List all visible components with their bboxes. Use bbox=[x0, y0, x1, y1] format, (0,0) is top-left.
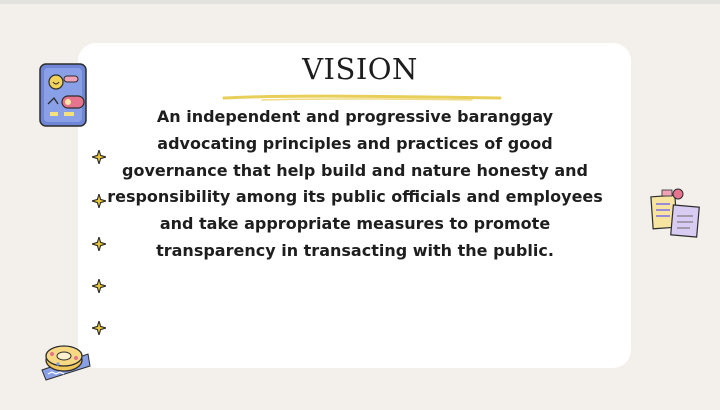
washi-tape-icon bbox=[41, 345, 91, 381]
sparkle-icon bbox=[92, 150, 106, 164]
title-underline bbox=[222, 94, 502, 101]
sparkle-icon bbox=[92, 321, 106, 335]
vision-statement: An independent and progressive baranggay… bbox=[107, 107, 603, 260]
sparkle-icon bbox=[92, 237, 106, 251]
top-border bbox=[0, 0, 720, 4]
sparkle-icon bbox=[92, 279, 106, 293]
sticky-notes-icon bbox=[650, 188, 700, 238]
notebook-sticker-icon bbox=[39, 63, 87, 127]
page-title: VISION bbox=[302, 52, 418, 86]
sparkle-icon bbox=[92, 194, 106, 208]
